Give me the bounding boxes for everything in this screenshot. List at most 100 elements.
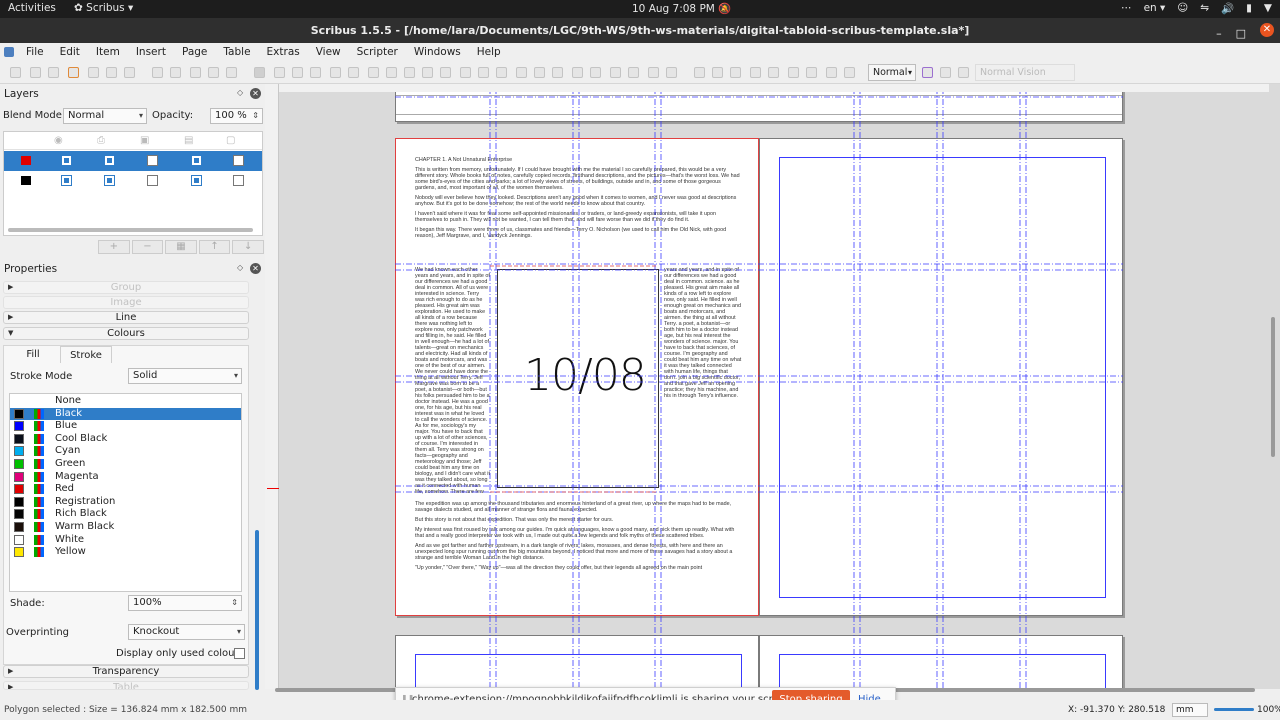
duplicate-layer-icon[interactable]: ▦ — [165, 240, 197, 254]
section-group[interactable]: ▶ Group — [3, 281, 249, 294]
edit-contents-icon[interactable] — [534, 67, 545, 78]
unit-select[interactable]: mm — [1172, 703, 1208, 717]
blend-mode-select[interactable]: Normal ▾ — [63, 108, 147, 124]
colour-item[interactable]: None — [10, 395, 241, 407]
copy-icon[interactable] — [208, 67, 219, 78]
pdf-checkbox-icon[interactable] — [730, 67, 741, 78]
print-icon[interactable] — [88, 67, 99, 78]
redo-icon[interactable] — [170, 67, 181, 78]
unlink-frames-icon[interactable] — [590, 67, 601, 78]
colour-item[interactable]: Warm Black — [10, 521, 241, 533]
close-panel-icon[interactable]: ✕ — [250, 88, 261, 99]
keyboard-language[interactable]: en ▾ — [1144, 2, 1166, 15]
pdf-combobox-icon[interactable] — [750, 67, 761, 78]
tab-stroke[interactable]: Stroke — [60, 346, 112, 363]
menu-view[interactable]: View — [308, 46, 349, 58]
colour-item[interactable]: Green — [10, 458, 241, 470]
horizontal-ruler[interactable] — [279, 84, 1269, 92]
colour-item[interactable]: Magenta — [10, 471, 241, 483]
select-tool-icon[interactable] — [254, 67, 265, 78]
menu-file[interactable]: File — [18, 46, 52, 58]
layer-visible-checkbox[interactable] — [61, 155, 72, 166]
arc-icon[interactable] — [386, 67, 397, 78]
layer-color-swatch[interactable] — [21, 176, 31, 185]
render-frame-icon[interactable] — [310, 67, 321, 78]
layer-lock-checkbox[interactable] — [147, 155, 158, 166]
polygon-icon[interactable] — [368, 67, 379, 78]
line-icon[interactable] — [422, 67, 433, 78]
layer-lock-checkbox[interactable] — [147, 175, 158, 186]
scroll-thumb[interactable] — [1271, 317, 1275, 457]
preview-mode-icon[interactable] — [922, 67, 933, 78]
overprinting-select[interactable]: Knockout ▾ — [128, 624, 245, 640]
text-frame-icon[interactable] — [274, 67, 285, 78]
table-icon[interactable] — [330, 67, 341, 78]
raise-layer-icon[interactable]: ↑ — [198, 240, 231, 254]
measure-icon[interactable] — [610, 67, 621, 78]
bezier-icon[interactable] — [440, 67, 451, 78]
layer-print-checkbox[interactable] — [104, 155, 115, 166]
menu-table[interactable]: Table — [215, 46, 258, 58]
calligraphy-icon[interactable] — [478, 67, 489, 78]
stroke-mode-select[interactable]: Solid ▾ — [128, 368, 242, 384]
tooltip-icon[interactable] — [826, 67, 837, 78]
menu-help[interactable]: Help — [469, 46, 509, 58]
zoom-slider[interactable] — [1214, 708, 1254, 711]
layer-row[interactable] — [4, 171, 262, 191]
paste-icon[interactable] — [226, 67, 237, 78]
pdf-listbox-icon[interactable] — [768, 67, 779, 78]
preflight-icon[interactable] — [106, 67, 117, 78]
menu-extras[interactable]: Extras — [259, 46, 308, 58]
colour-item[interactable]: Cyan — [10, 445, 241, 457]
colour-item[interactable]: Registration — [10, 496, 241, 508]
layer-print-checkbox[interactable] — [104, 175, 115, 186]
colour-item[interactable]: Red — [10, 483, 241, 495]
layer-flow-checkbox[interactable] — [191, 155, 202, 166]
menu-insert[interactable]: Insert — [128, 46, 174, 58]
vision-select[interactable]: Normal Vision — [975, 64, 1075, 81]
layers-table[interactable]: ◉ ⎙ ▣ ▤ ▢ — [3, 131, 263, 236]
app-menu[interactable]: ✿ Scribus ▾ — [74, 2, 133, 14]
lower-layer-icon[interactable]: ↓ — [232, 240, 264, 254]
section-table[interactable]: ▶ Table — [3, 681, 249, 690]
layer-flow-checkbox[interactable] — [191, 175, 202, 186]
section-transparency[interactable]: ▶ Transparency — [3, 665, 249, 678]
colour-item[interactable]: Rich Black — [10, 508, 241, 520]
float-panel-icon[interactable]: ◇ — [237, 88, 243, 97]
save-icon[interactable] — [48, 67, 59, 78]
colour-item[interactable]: Black — [10, 407, 241, 420]
open-document-icon[interactable] — [30, 67, 41, 78]
freehand-icon[interactable] — [460, 67, 471, 78]
view-mode-select[interactable]: Normal ▾ — [868, 64, 916, 81]
eye-icon[interactable] — [940, 67, 951, 78]
menu-scripter[interactable]: Scripter — [349, 46, 406, 58]
close-document-icon[interactable] — [68, 67, 79, 78]
system-tray[interactable]: ⋯ en ▾ ☺ ⇋ 🔊 ▮ ▼ — [1121, 2, 1272, 15]
layer-outline-checkbox[interactable] — [233, 155, 244, 166]
document-canvas[interactable]: CHAPTER 1. A Not Unnatural Enterprise Th… — [265, 84, 1280, 689]
section-image[interactable]: Image — [3, 296, 249, 309]
close-panel-icon[interactable]: ✕ — [250, 263, 261, 274]
activities-button[interactable]: Activities — [8, 2, 56, 14]
rotate-icon[interactable] — [496, 67, 507, 78]
undo-icon[interactable] — [152, 67, 163, 78]
menu-windows[interactable]: Windows — [406, 46, 469, 58]
colour-list[interactable]: None Black Blue Cool Black Cyan Green Magenta R… — [9, 393, 242, 592]
remove-layer-icon[interactable]: − — [131, 240, 164, 254]
add-layer-icon[interactable]: + — [98, 240, 130, 254]
vertical-scrollbar[interactable] — [1268, 92, 1278, 687]
properties-scrollbar[interactable] — [255, 530, 259, 690]
colour-item[interactable]: Yellow — [10, 546, 241, 558]
opacity-spinbox[interactable]: 100 % ⇕ — [210, 108, 263, 124]
grid-icon[interactable] — [844, 67, 855, 78]
colour-item[interactable]: Blue — [10, 420, 241, 432]
layer-visible-checkbox[interactable] — [61, 175, 72, 186]
shape-icon[interactable] — [348, 67, 359, 78]
edit-text-icon[interactable] — [552, 67, 563, 78]
layers-scrollbar[interactable] — [8, 228, 253, 232]
export-pdf-icon[interactable] — [124, 67, 135, 78]
colour-item[interactable]: Cool Black — [10, 433, 241, 445]
cut-icon[interactable] — [190, 67, 201, 78]
menu-item[interactable]: Item — [88, 46, 128, 58]
close-icon[interactable]: ✕ — [1260, 23, 1274, 37]
